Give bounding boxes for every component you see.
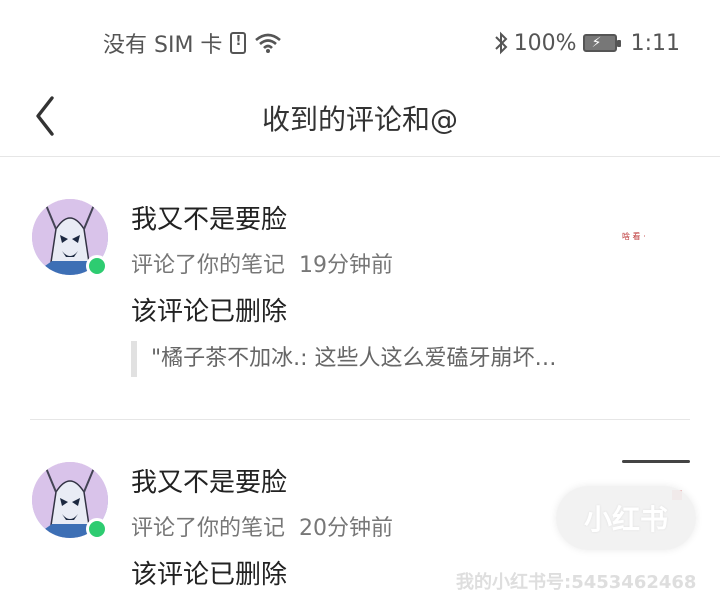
- page-title: 收到的评论和@: [261, 103, 458, 136]
- thumbnail-edge: [622, 460, 690, 463]
- timestamp: 20分钟前: [299, 516, 394, 541]
- status-left: 没有 SIM 卡 !: [103, 28, 282, 58]
- thumbnail-text: 啥 看 ·: [622, 232, 646, 241]
- status-bar: 没有 SIM 卡 ! 100% ⚡ 1:11: [0, 0, 720, 84]
- status-right: 100% ⚡ 1:11: [494, 28, 680, 58]
- action-text: 评论了你的笔记: [131, 516, 286, 541]
- clock: 1:11: [630, 30, 680, 56]
- list-item[interactable]: 我又不是要脸 评论了你的笔记 19分钟前 该评论已删除 "橘子茶不加冰.: 这些人…: [0, 157, 720, 419]
- action-text: 评论了你的笔记: [131, 253, 286, 278]
- sim-status-text: 没有 SIM 卡: [103, 33, 223, 58]
- comment-meta: 评论了你的笔记 19分钟前: [131, 247, 393, 279]
- online-status-dot: [86, 518, 108, 540]
- user-name[interactable]: 我又不是要脸: [131, 199, 287, 236]
- wifi-icon: [255, 33, 282, 53]
- battery-icon: ⚡: [582, 34, 621, 52]
- user-name[interactable]: 我又不是要脸: [131, 462, 287, 499]
- comment-text: 该评论已删除: [131, 560, 288, 590]
- timestamp: 19分钟前: [299, 253, 394, 278]
- online-status-dot: [86, 255, 108, 277]
- battery-percent: 100%: [513, 30, 577, 56]
- comment-text: 该评论已删除: [131, 297, 288, 327]
- sim-warning-icon: !: [230, 32, 247, 54]
- comment-meta: 评论了你的笔记 20分钟前: [131, 510, 393, 542]
- bluetooth-icon: [494, 31, 508, 55]
- account-id-watermark: 我的小红书号:5453462468: [456, 572, 697, 593]
- logo-text: 小红书: [583, 503, 668, 536]
- note-thumbnail[interactable]: 啥 看 ·: [560, 197, 690, 297]
- quoted-comment[interactable]: "橘子茶不加冰.: 这些人这么爱磕牙崩坏…: [131, 341, 557, 377]
- page-header: 收到的评论和@: [0, 84, 720, 157]
- xiaohongshu-logo-watermark: 小红书: [556, 486, 696, 550]
